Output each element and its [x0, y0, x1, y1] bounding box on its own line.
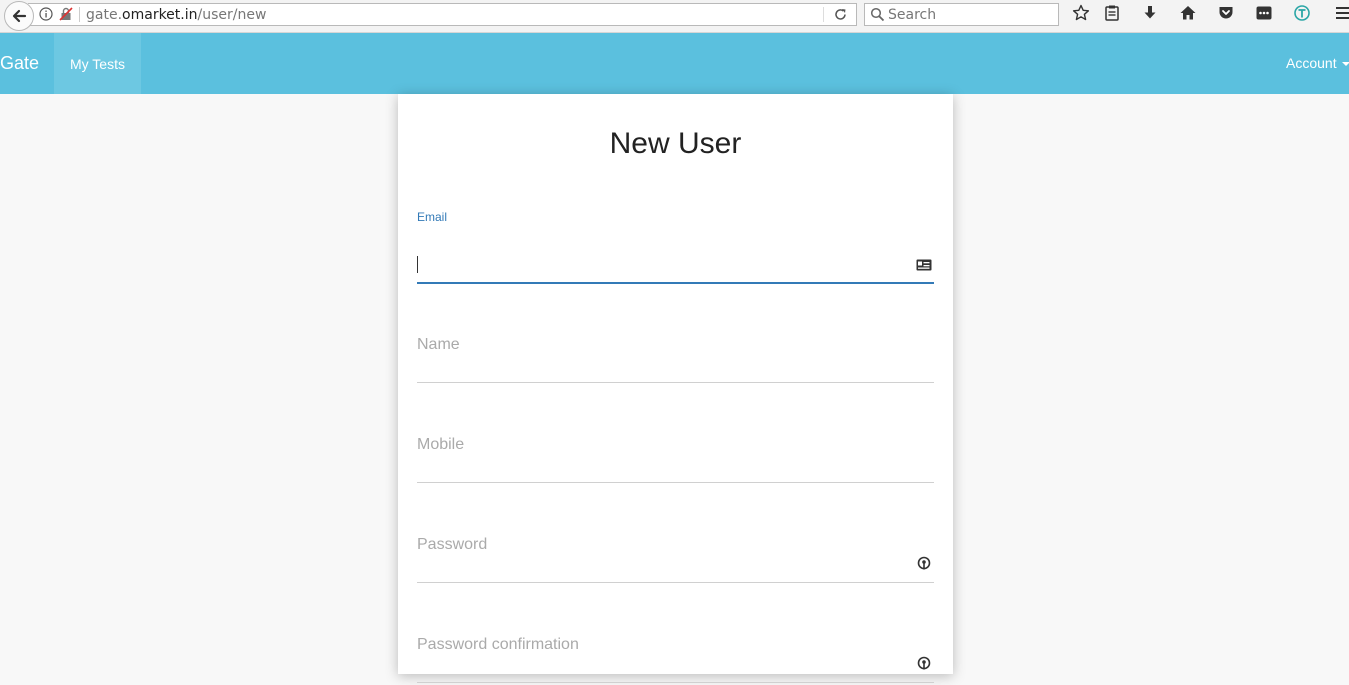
- mobile-field[interactable]: [417, 457, 907, 481]
- bookmark-star-icon[interactable]: [1072, 4, 1090, 22]
- menu-icon[interactable]: [1334, 4, 1349, 22]
- back-arrow-icon: [12, 9, 27, 23]
- key-icon: [917, 556, 931, 570]
- insecure-lock-icon[interactable]: [59, 7, 73, 21]
- url-bar[interactable]: gate.omarket.in/user/new: [28, 3, 857, 26]
- mobile-label: Mobile: [417, 436, 465, 453]
- navbar: Gate My Tests Account: [0, 33, 1349, 94]
- key-icon: [917, 656, 931, 670]
- extension-icon[interactable]: [1255, 4, 1273, 22]
- reload-icon[interactable]: [833, 7, 848, 22]
- name-label: Name: [417, 336, 460, 353]
- account-label: Account: [1286, 55, 1337, 71]
- password-confirmation-underline: [417, 682, 934, 683]
- browser-search-input[interactable]: Search: [864, 3, 1059, 26]
- brand-link[interactable]: Gate: [0, 52, 39, 74]
- url-host: omarket.in: [122, 7, 198, 23]
- search-icon: [870, 7, 885, 22]
- new-user-card: New User Email Name Mobile Password Pass…: [398, 94, 953, 683]
- email-underline: [417, 282, 934, 284]
- password-label: Password: [417, 536, 488, 553]
- nav-my-tests[interactable]: My Tests: [54, 33, 141, 94]
- url-reload-separator: [823, 7, 824, 22]
- page-title: New User: [609, 127, 742, 160]
- download-icon[interactable]: [1141, 4, 1159, 22]
- home-icon[interactable]: [1179, 4, 1197, 22]
- url-prefix: gate.: [86, 7, 123, 23]
- contact-card-icon: [916, 259, 932, 271]
- mobile-field-group: Mobile: [417, 435, 934, 485]
- url-path: /user/new: [197, 7, 267, 23]
- mobile-underline: [417, 482, 934, 483]
- back-button[interactable]: [4, 1, 34, 31]
- url-separator: [79, 7, 80, 22]
- nav-my-tests-label: My Tests: [70, 55, 125, 72]
- pocket-icon[interactable]: [1217, 4, 1235, 22]
- password-underline: [417, 582, 934, 583]
- search-placeholder: Search: [888, 7, 937, 23]
- translate-extension-icon[interactable]: [1293, 4, 1311, 22]
- caret-down-icon: [1341, 62, 1349, 67]
- password-field-group: Password: [417, 535, 934, 585]
- password-confirmation-field[interactable]: [417, 657, 907, 681]
- password-field[interactable]: [417, 557, 907, 581]
- name-field-group: Name: [417, 335, 934, 385]
- browser-toolbar: gate.omarket.in/user/new Search: [0, 0, 1349, 33]
- text-cursor: [417, 256, 418, 273]
- email-field[interactable]: [417, 253, 907, 277]
- account-dropdown[interactable]: Account: [1286, 54, 1349, 72]
- password-confirmation-label: Password confirmation: [417, 636, 579, 653]
- url-text[interactable]: gate.omarket.in/user/new: [86, 6, 266, 24]
- email-field-group: Email: [417, 210, 934, 285]
- info-icon[interactable]: [39, 7, 53, 21]
- email-label: Email: [417, 210, 448, 224]
- name-field[interactable]: [417, 357, 907, 381]
- reading-list-icon[interactable]: [1103, 4, 1121, 22]
- name-underline: [417, 382, 934, 383]
- password-confirmation-field-group: Password confirmation: [417, 635, 934, 685]
